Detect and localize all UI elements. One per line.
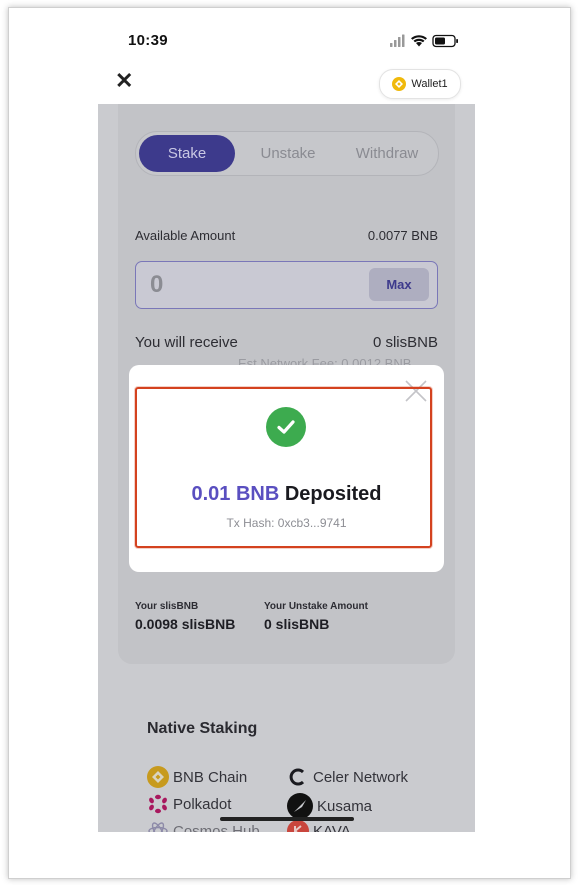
bnb-icon	[147, 766, 169, 788]
tx-hash[interactable]: Tx Hash: 0xcb3...9741	[129, 516, 444, 530]
stake-tabs: Stake Unstake Withdraw	[135, 131, 439, 176]
max-button[interactable]: Max	[369, 268, 429, 301]
available-amount-value: 0.0077 BNB	[367, 228, 438, 243]
kusama-icon	[287, 793, 313, 819]
chain-item[interactable]: Kusama	[287, 793, 372, 819]
status-icons	[390, 34, 458, 48]
chain-item[interactable]: Cosmos Hub	[147, 820, 260, 832]
deposit-message: 0.01 BNB Deposited	[129, 483, 444, 506]
chain-label: Polkadot	[173, 795, 232, 813]
tab-stake[interactable]: Stake	[139, 135, 235, 172]
home-indicator	[220, 817, 354, 821]
chain-item[interactable]: Celer Network	[287, 766, 408, 788]
tab-unstake[interactable]: Unstake	[240, 135, 336, 172]
battery-icon	[432, 34, 458, 48]
chain-item[interactable]: KAVA	[287, 820, 351, 832]
chain-item[interactable]: Polkadot	[147, 793, 231, 815]
kava-icon	[287, 820, 309, 832]
amount-input-value: 0	[150, 271, 164, 298]
wallet-label: Wallet1	[411, 78, 448, 90]
tab-withdraw[interactable]: Withdraw	[339, 135, 435, 172]
amount-input[interactable]: 0 Max	[135, 261, 438, 309]
available-amount-label: Available Amount	[135, 228, 236, 243]
unstake-amount-value: 0 slisBNB	[264, 616, 330, 632]
receive-value: 0 slisBNB	[372, 334, 438, 351]
polkadot-icon	[147, 793, 169, 815]
chain-item[interactable]: BNB Chain	[147, 766, 247, 788]
unstake-amount-label: Your Unstake Amount	[264, 601, 368, 612]
signal-icon	[390, 34, 405, 47]
wifi-icon	[411, 35, 427, 47]
your-slisbnb-value: 0.0098 slisBNB	[135, 616, 236, 632]
bnb-coin-icon	[392, 77, 407, 91]
native-staking-title: Native Staking	[147, 720, 258, 737]
success-check-icon	[266, 407, 306, 447]
chain-label: Celer Network	[313, 768, 409, 786]
chain-label: BNB Chain	[173, 768, 248, 786]
chain-label: Kusama	[317, 797, 373, 815]
deposit-word: Deposited	[284, 483, 382, 505]
chain-label: Cosmos Hub	[173, 822, 260, 833]
chain-label: KAVA	[313, 822, 351, 833]
deposit-amount: 0.01 BNB	[191, 483, 280, 505]
receive-label: You will receive	[135, 334, 238, 351]
close-icon[interactable]: ✕	[115, 70, 133, 92]
wallet-button[interactable]: Wallet1	[379, 69, 461, 99]
celer-icon	[287, 766, 309, 788]
status-time: 10:39	[128, 32, 168, 49]
deposit-success-modal: 0.01 BNB Deposited Tx Hash: 0xcb3...9741	[129, 365, 444, 572]
your-slisbnb-label: Your slisBNB	[135, 601, 199, 612]
cosmos-icon	[147, 820, 169, 832]
